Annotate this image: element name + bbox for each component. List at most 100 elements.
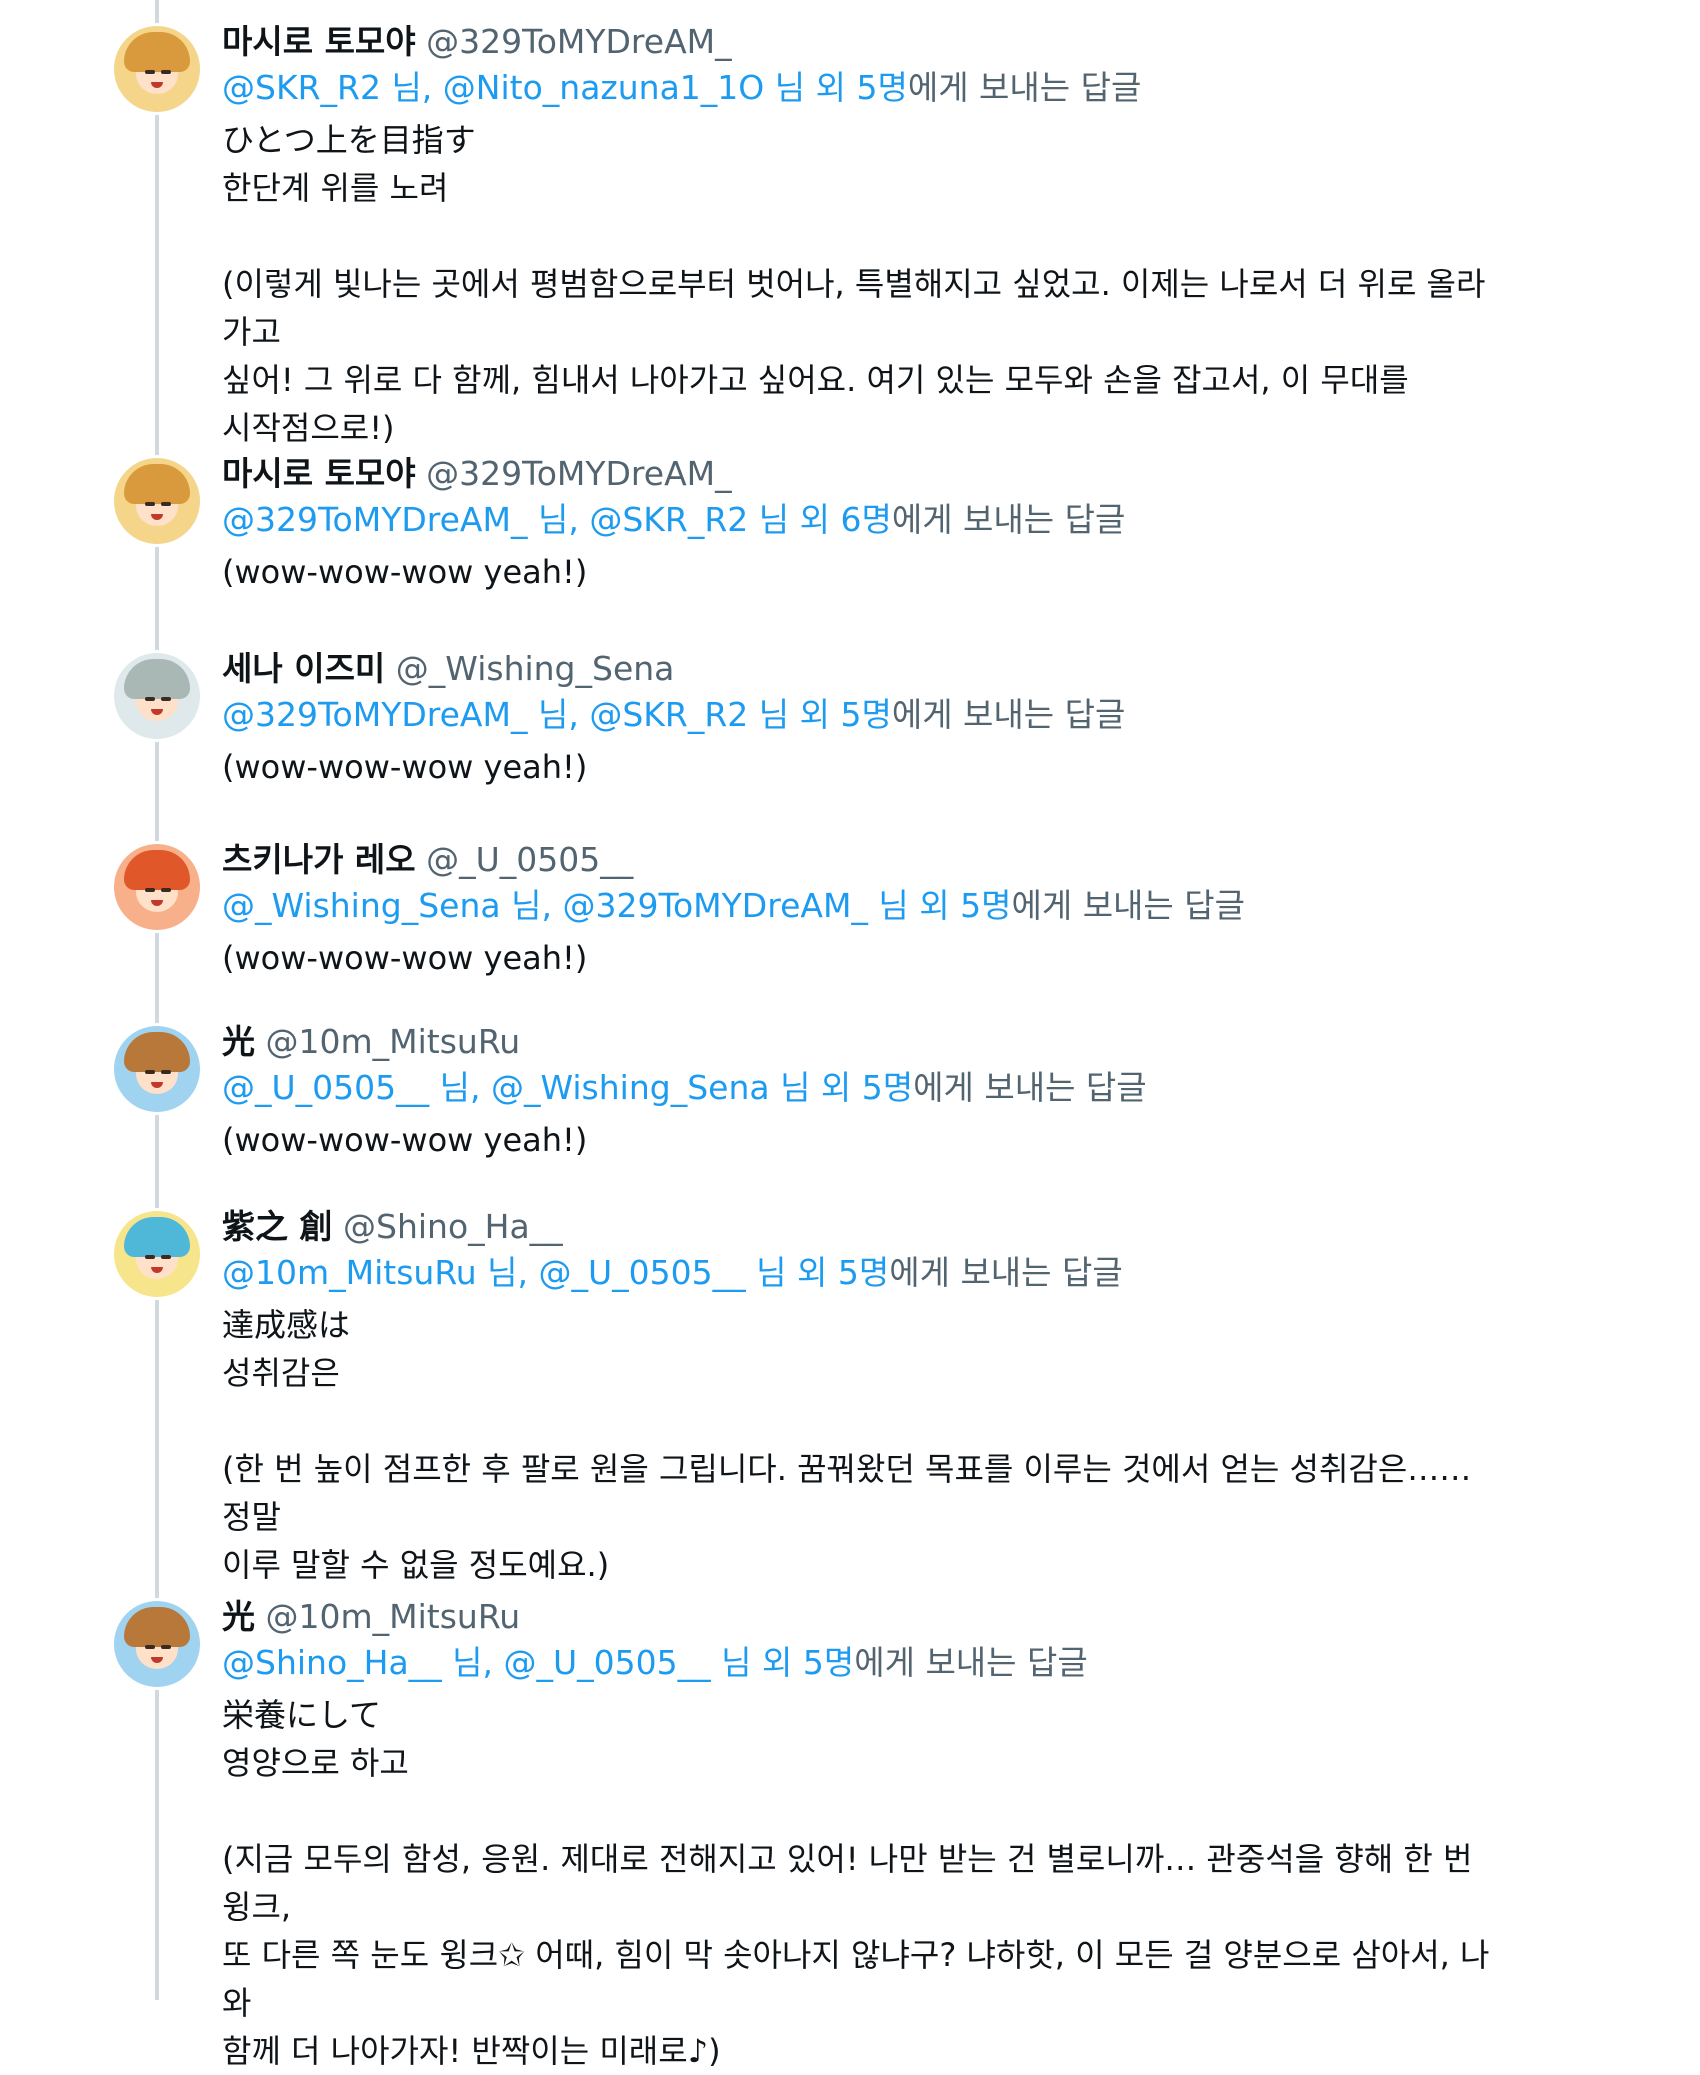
- display-name[interactable]: 紫之 創: [222, 1207, 333, 1246]
- avatar-hair: [124, 32, 190, 72]
- tweet-text: 栄養にして 영양으로 하고 (지금 모두의 함성, 응원. 제대로 전해지고 있…: [222, 1696, 1490, 2070]
- mention-link[interactable]: @Shino_Ha__: [222, 1643, 442, 1682]
- tweet-text: (wow-wow-wow yeah!): [222, 1121, 588, 1159]
- mention-link[interactable]: @SKR_R2: [589, 695, 748, 734]
- mention-separator: 님 외: [764, 68, 857, 107]
- avatar-hair: [124, 850, 190, 890]
- user-handle[interactable]: @_Wishing_Sena: [396, 649, 675, 688]
- tweet-body: 光 @10m_MitsuRu @Shino_Ha__ 님, @_U_0505__ …: [222, 1595, 1500, 2075]
- others-count-link[interactable]: 5명: [862, 1068, 913, 1107]
- mention-separator: 님,: [527, 695, 590, 734]
- mention-link[interactable]: @_Wishing_Sena: [491, 1068, 770, 1107]
- mention-link[interactable]: @_Wishing_Sena: [222, 886, 501, 925]
- display-name[interactable]: 츠키나가 레오: [222, 840, 416, 879]
- user-handle[interactable]: @Shino_Ha__: [343, 1207, 563, 1246]
- mention-link[interactable]: @SKR_R2: [589, 500, 748, 539]
- others-count-link[interactable]: 6명: [840, 500, 891, 539]
- replying-to-line: @_Wishing_Sena 님, @329ToMYDreAM_ 님 외 5명에…: [222, 884, 1500, 928]
- mention-link[interactable]: @329ToMYDreAM_: [222, 500, 527, 539]
- leo-avatar-icon[interactable]: [114, 844, 200, 930]
- tweet-text: (wow-wow-wow yeah!): [222, 748, 588, 786]
- tweet-text: (wow-wow-wow yeah!): [222, 939, 588, 977]
- avatar-hair: [124, 1032, 190, 1072]
- hajime-avatar-icon[interactable]: [114, 1211, 200, 1297]
- reply-suffix: 에게 보내는 답글: [913, 1068, 1147, 1107]
- reply-suffix: 에게 보내는 답글: [907, 68, 1142, 107]
- display-name[interactable]: 마시로 토모야: [222, 454, 416, 493]
- display-name[interactable]: 마시로 토모야: [222, 22, 416, 61]
- mention-link[interactable]: @329ToMYDreAM_: [222, 695, 527, 734]
- tweet-body: 마시로 토모야 @329ToMYDreAM_ @SKR_R2 님, @Nito_n…: [222, 20, 1500, 452]
- avatar-eye: [161, 1645, 171, 1649]
- reply-suffix: 에게 보내는 답글: [889, 1253, 1123, 1292]
- mitsuru-avatar-icon[interactable]: [114, 1601, 200, 1687]
- replying-to-line: @_U_0505__ 님, @_Wishing_Sena 님 외 5명에게 보내…: [222, 1066, 1500, 1110]
- tweet-header: 光 @10m_MitsuRu: [222, 1020, 1500, 1064]
- user-handle[interactable]: @329ToMYDreAM_: [426, 454, 731, 493]
- reply-suffix: 에게 보내는 답글: [1011, 886, 1245, 925]
- replying-to-line: @10m_MitsuRu 님, @_U_0505__ 님 외 5명에게 보내는 …: [222, 1251, 1500, 1295]
- mention-separator: 님,: [500, 886, 563, 925]
- tweet-body: 츠키나가 레오 @_U_0505__ @_Wishing_Sena 님, @329…: [222, 838, 1500, 982]
- izumi-avatar-icon[interactable]: [114, 653, 200, 739]
- avatar-eye: [161, 1255, 171, 1259]
- tweet-body: 光 @10m_MitsuRu @_U_0505__ 님, @_Wishing_Se…: [222, 1020, 1500, 1164]
- others-count-link[interactable]: 5명: [803, 1643, 854, 1682]
- mention-separator: 님,: [476, 1253, 539, 1292]
- tweet-header: 光 @10m_MitsuRu: [222, 1595, 1500, 1639]
- reply-suffix: 에게 보내는 답글: [891, 500, 1126, 539]
- others-count-link[interactable]: 5명: [856, 68, 907, 107]
- avatar-eye: [145, 1070, 155, 1074]
- avatar-hair: [124, 464, 190, 504]
- mention-separator: 님 외: [745, 1253, 838, 1292]
- mitsuru-avatar-icon[interactable]: [114, 1026, 200, 1112]
- tweet-header: 紫之 創 @Shino_Ha__: [222, 1205, 1500, 1249]
- avatar-eye: [145, 70, 155, 74]
- tweet-header: 마시로 토모야 @329ToMYDreAM_: [222, 452, 1500, 496]
- mention-link[interactable]: @_U_0505__: [222, 1068, 429, 1107]
- tweet-header: 츠키나가 레오 @_U_0505__: [222, 838, 1500, 882]
- mention-separator: 님 외: [867, 886, 961, 925]
- avatar-eye: [161, 502, 171, 506]
- avatar-hair: [124, 1607, 190, 1647]
- mention-link[interactable]: @329ToMYDreAM_: [562, 886, 867, 925]
- mention-separator: 님,: [527, 500, 590, 539]
- others-count-link[interactable]: 5명: [840, 695, 891, 734]
- avatar-eye: [145, 1255, 155, 1259]
- display-name[interactable]: 세나 이즈미: [222, 649, 385, 688]
- reply-suffix: 에게 보내는 답글: [891, 695, 1126, 734]
- thread-connector-line: [155, 0, 159, 2000]
- mention-link[interactable]: @_U_0505__: [539, 1253, 746, 1292]
- others-count-link[interactable]: 5명: [960, 886, 1011, 925]
- mention-link[interactable]: @SKR_R2: [222, 68, 381, 107]
- mention-separator: 님 외: [748, 500, 841, 539]
- avatar-hair: [124, 659, 190, 699]
- display-name[interactable]: 光: [222, 1597, 255, 1636]
- mention-separator: 님,: [441, 1643, 504, 1682]
- avatar-eye: [161, 1070, 171, 1074]
- reply-suffix: 에게 보내는 답글: [854, 1643, 1088, 1682]
- avatar-hair: [124, 1217, 190, 1257]
- mention-separator: 님 외: [748, 695, 841, 734]
- avatar-eye: [145, 888, 155, 892]
- others-count-link[interactable]: 5명: [838, 1253, 889, 1292]
- user-handle[interactable]: @10m_MitsuRu: [266, 1022, 521, 1061]
- avatar-eye: [145, 1645, 155, 1649]
- user-handle[interactable]: @10m_MitsuRu: [266, 1597, 521, 1636]
- replying-to-line: @Shino_Ha__ 님, @_U_0505__ 님 외 5명에게 보내는 답…: [222, 1641, 1500, 1685]
- tomoya-avatar-icon[interactable]: [114, 26, 200, 112]
- mention-separator: 님,: [429, 1068, 491, 1107]
- mention-link[interactable]: @_U_0505__: [504, 1643, 711, 1682]
- tweet-text: ひとつ上を目指す 한단계 위를 노려 (이렇게 빛나는 곳에서 평범함으로부터 …: [222, 121, 1486, 447]
- tomoya-avatar-icon[interactable]: [114, 458, 200, 544]
- tweet-body: 세나 이즈미 @_Wishing_Sena @329ToMYDreAM_ 님, @…: [222, 647, 1500, 791]
- mention-separator: 님,: [380, 68, 443, 107]
- avatar-eye: [145, 502, 155, 506]
- avatar-eye: [161, 697, 171, 701]
- user-handle[interactable]: @_U_0505__: [426, 840, 633, 879]
- user-handle[interactable]: @329ToMYDreAM_: [426, 22, 731, 61]
- mention-link[interactable]: @Nito_nazuna1_1O: [443, 68, 764, 107]
- display-name[interactable]: 光: [222, 1022, 255, 1061]
- tweet-body: 紫之 創 @Shino_Ha__ @10m_MitsuRu 님, @_U_0505…: [222, 1205, 1500, 1589]
- mention-link[interactable]: @10m_MitsuRu: [222, 1253, 477, 1292]
